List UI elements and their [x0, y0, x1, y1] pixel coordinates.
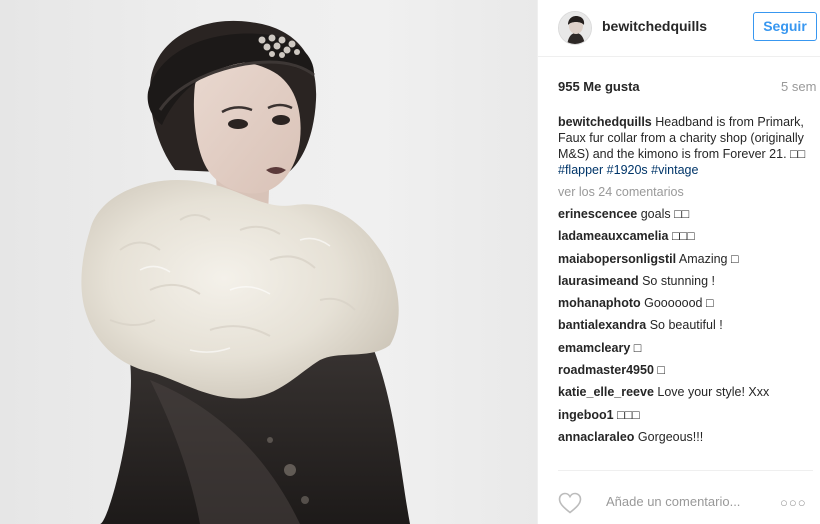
more-options-icon[interactable]: ○○○ — [780, 495, 807, 510]
comment: mohanaphoto Gooooood □ — [558, 295, 816, 317]
comment-text: So stunning ! — [638, 273, 716, 288]
comment-author[interactable]: laurasimeand — [558, 274, 639, 288]
comment-text: □□□ — [613, 407, 640, 422]
comment-text: □ — [653, 363, 665, 378]
avatar[interactable] — [558, 11, 592, 45]
avatar-image — [559, 12, 591, 44]
photo-illustration — [81, 20, 410, 524]
heart-outline-icon[interactable] — [558, 492, 582, 514]
post-stats: 955 Me gusta 5 sem — [558, 79, 820, 97]
add-comment-input[interactable]: Añade un comentario... — [606, 494, 740, 509]
hashtag-link[interactable]: #1920s — [607, 163, 648, 177]
comment-bar: Añade un comentario... ○○○ — [558, 470, 813, 524]
post-caption: bewitchedquills Headband is from Primark… — [558, 114, 816, 178]
comment-author[interactable]: roadmaster4950 — [558, 363, 654, 377]
comment: annaclaraleo Gorgeous!!! — [558, 429, 816, 451]
comment-author[interactable]: mohanaphoto — [558, 296, 641, 310]
comment: laurasimeand So stunning ! — [558, 273, 816, 295]
comment: bantialexandra So beautiful ! — [558, 317, 816, 339]
comment-author[interactable]: maiabopersonligstil — [558, 252, 676, 266]
comment-author[interactable]: bantialexandra — [558, 318, 646, 332]
view-all-comments-link[interactable]: ver los 24 comentarios — [558, 184, 816, 206]
post-header: bewitchedquills Seguir — [538, 0, 820, 57]
comment-author[interactable]: erinescencee — [558, 207, 637, 221]
comment-text: So beautiful ! — [646, 318, 723, 333]
comment-text: Amazing □ — [676, 251, 739, 266]
comment: maiabopersonligstil Amazing □ — [558, 251, 816, 273]
post-side-panel: bewitchedquills Seguir 955 Me gusta 5 se… — [537, 0, 820, 524]
hashtag-link[interactable]: #flapper — [558, 163, 603, 177]
follow-button[interactable]: Seguir — [753, 12, 817, 41]
caption-author[interactable]: bewitchedquills — [558, 115, 652, 129]
comment-text: Gorgeous!!! — [634, 429, 704, 444]
comment-text: □ — [630, 340, 642, 355]
comment: emamcleary □ — [558, 340, 816, 362]
comment: ingeboo1 □□□ — [558, 407, 816, 429]
instagram-post: bewitchedquills Seguir 955 Me gusta 5 se… — [0, 0, 820, 524]
comment: roadmaster4950 □ — [558, 362, 816, 384]
post-author-username[interactable]: bewitchedquills — [602, 18, 707, 34]
comment-author[interactable]: emamcleary — [558, 341, 630, 355]
comments-section: bewitchedquills Headband is from Primark… — [558, 114, 816, 451]
hashtag-link[interactable]: #vintage — [651, 163, 698, 177]
comment: katie_elle_reeve Love your style! Xxx — [558, 384, 816, 406]
comment-text: Gooooood □ — [640, 296, 714, 311]
comment-author[interactable]: ladameauxcamelia — [558, 229, 669, 243]
comment: erinescencee goals □□ — [558, 206, 816, 228]
comment-text: goals □□ — [637, 207, 690, 221]
comment-author[interactable]: katie_elle_reeve — [558, 385, 654, 399]
comment-text: Love your style! Xxx — [653, 385, 770, 400]
likes-count[interactable]: 955 Me gusta — [558, 79, 640, 94]
post-photo[interactable] — [0, 0, 537, 524]
comment: ladameauxcamelia □□□ — [558, 228, 816, 250]
comment-author[interactable]: annaclaraleo — [558, 430, 634, 444]
comment-author[interactable]: ingeboo1 — [558, 408, 614, 422]
comment-text: □□□ — [668, 229, 695, 244]
post-timestamp[interactable]: 5 sem — [781, 79, 816, 94]
